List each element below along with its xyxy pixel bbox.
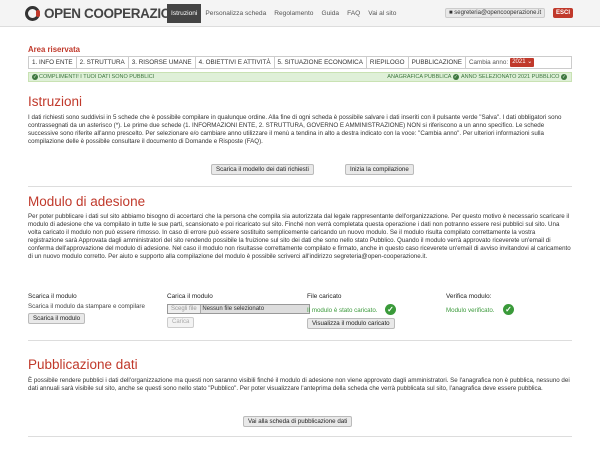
nav-regolamento[interactable]: Regolamento [270, 4, 317, 23]
site-logo[interactable]: OPEN COOPERAZIONE [25, 5, 189, 22]
check-circle-icon: ✓ [503, 304, 514, 315]
nav-personalizza-scheda[interactable]: Personalizza scheda [201, 4, 270, 23]
adesione-title: Modulo di adesione [28, 194, 146, 209]
check-icon: ✓ [32, 73, 38, 80]
uploaded-ok-text: Il modulo è stato caricato. [307, 307, 378, 314]
user-icon: ■ [449, 10, 453, 16]
view-uploaded-module-button[interactable]: Visualizza il modulo caricato [307, 318, 395, 329]
status-banner: ✓ COMPLIMENTI! I TUOI DATI SONO PUBBLICI … [28, 72, 572, 82]
verify-ok-text: Modulo verificato. [446, 307, 495, 314]
download-module-sub: Scarica il modulo da stampare e compilar… [28, 303, 145, 310]
adesione-text: Per poter pubblicare i dati sul sito abb… [28, 213, 571, 261]
status-anno: ANNO SELEZIONATO 2021 PUBBLICO [460, 74, 560, 80]
user-badge[interactable]: ■ segreteria@opencooperazione.it [445, 8, 546, 18]
status-anagrafica: ANAGRAFICA PUBBLICA [387, 74, 452, 80]
user-email: segreteria@opencooperazione.it [454, 10, 542, 16]
step-obiettivi[interactable]: 4. OBIETTIVI E ATTIVITÀ [196, 57, 275, 68]
no-file-text: Nessun file selezionato [202, 306, 265, 312]
go-to-publication-button[interactable]: Vai alla scheda di pubblicazione dati [243, 416, 353, 427]
status-left: ✓ COMPLIMENTI! I TUOI DATI SONO PUBBLICI [32, 73, 154, 82]
nav-istruzioni[interactable]: Istruzioni [167, 4, 202, 23]
step-pubblicazione[interactable]: PUBBLICAZIONE [409, 57, 466, 68]
step-riepilogo[interactable]: RIEPILOGO [367, 57, 409, 68]
pubblicazione-text: È possibile rendere pubblici i dati dell… [28, 377, 570, 393]
logo-icon [25, 6, 40, 21]
status-left-text: COMPLIMENTI! I TUOI DATI SONO PUBBLICI [39, 74, 155, 80]
divider [28, 436, 572, 437]
check-circle-icon: ✓ [385, 304, 396, 315]
check-icon: ✓ [561, 73, 567, 80]
main-nav: Istruzioni Personalizza scheda Regolamen… [167, 4, 400, 23]
start-compilation-button[interactable]: Inizia la compilazione [345, 164, 414, 175]
year-label: Cambia anno: [468, 59, 509, 66]
file-input[interactable]: Scegli file Nessun file selezionato [167, 304, 310, 314]
top-navbar: OPEN COOPERAZIONE Istruzioni Personalizz… [0, 0, 600, 27]
upload-module-label: Carica il modulo [167, 293, 213, 300]
upload-button[interactable]: Carica [167, 317, 195, 328]
steps-bar: 1. INFO ENTE 2. STRUTTURA 3. RISORSE UMA… [28, 56, 572, 69]
choose-file-button[interactable]: Scegli file [168, 305, 201, 313]
pubblicazione-title: Pubblicazione dati [28, 357, 138, 372]
nav-guida[interactable]: Guida [317, 4, 343, 23]
step-risorse-umane[interactable]: 3. RISORSE UMANE [129, 57, 196, 68]
divider [28, 340, 572, 341]
download-module-button[interactable]: Scarica il modulo [28, 313, 86, 324]
step-struttura[interactable]: 2. STRUTTURA [77, 57, 129, 68]
download-template-button[interactable]: Scarica il modello dei dati richiesti [211, 164, 314, 175]
step-situazione-economica[interactable]: 5. SITUAZIONE ECONOMICA [275, 57, 367, 68]
status-right: ANAGRAFICA PUBBLICA ✓ ANNO SELEZIONATO 2… [387, 73, 568, 82]
logout-button[interactable]: ESCI [553, 8, 574, 18]
nav-faq[interactable]: FAQ [343, 4, 364, 23]
uploaded-file-label: File caricato [307, 293, 342, 300]
istruzioni-text: I dati richiesti sono suddivisi in 5 sch… [28, 114, 562, 146]
nav-vai-al-sito[interactable]: Vai al sito [364, 4, 400, 23]
verify-module-label: Verifica modulo: [446, 293, 492, 300]
step-info-ente[interactable]: 1. INFO ENTE [29, 57, 77, 68]
check-icon: ✓ [452, 73, 459, 80]
istruzioni-title: Istruzioni [28, 94, 83, 109]
download-module-label: Scarica il modulo [28, 293, 77, 300]
area-title: Area riservata [28, 45, 81, 54]
year-select[interactable]: 2021 ⌄ [510, 58, 535, 67]
logout-label: ESCI [556, 10, 571, 16]
divider [28, 186, 572, 187]
